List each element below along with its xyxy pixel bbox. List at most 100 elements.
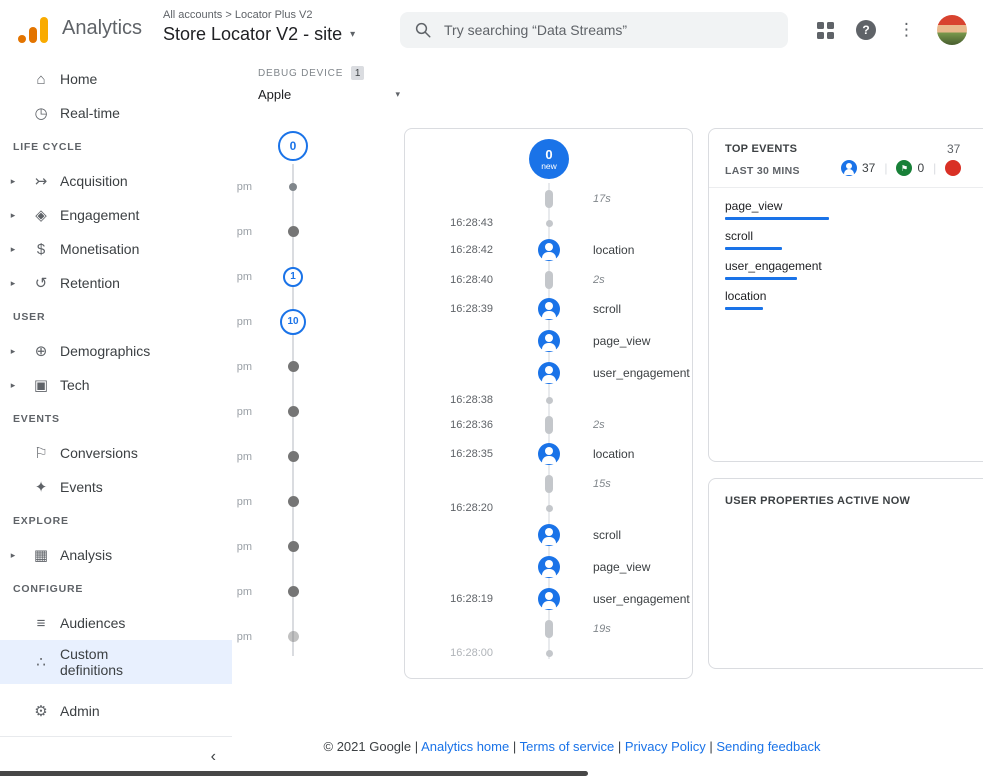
footer-divider: |	[614, 739, 625, 754]
sidebar-section-configure: CONFIGURE	[0, 572, 232, 606]
event-name: user_engagement	[593, 592, 692, 606]
minute-row: pm10	[232, 299, 404, 344]
timestamp: 16:28:00	[405, 647, 505, 659]
engagement-icon: ◈	[26, 206, 56, 224]
sidebar-item-audiences[interactable]: ≡Audiences	[0, 606, 232, 640]
chevron-right-icon[interactable]: ▸	[0, 278, 26, 289]
minute-count-circle[interactable]: 1	[283, 267, 303, 287]
current-minute-circle[interactable]: 0	[278, 131, 308, 161]
sidebar-item-label: Acquisition	[60, 173, 128, 189]
debug-device-label: DEBUG DEVICE	[258, 68, 343, 79]
search-bar[interactable]: Try searching “Data Streams”	[400, 12, 788, 48]
top-event-row[interactable]: scroll	[725, 229, 983, 250]
event-name: scroll	[725, 229, 983, 243]
sidebar-item-monetisation[interactable]: ▸$Monetisation	[0, 232, 232, 266]
chevron-right-icon[interactable]: ▸	[0, 244, 26, 255]
sidebar-item-home[interactable]: ⌂Home	[0, 62, 232, 96]
apps-grid-icon[interactable]	[817, 22, 834, 39]
user-event-icon	[538, 443, 560, 465]
sidebar-item-admin[interactable]: ⚙Admin	[0, 694, 232, 728]
minute-dot[interactable]	[288, 631, 299, 642]
sidebar-item-analysis[interactable]: ▸▦Analysis	[0, 538, 232, 572]
help-icon[interactable]: ?	[856, 20, 876, 40]
retention-icon: ↺	[26, 274, 56, 292]
sidebar-collapse-button[interactable]: ‹	[0, 736, 232, 776]
minute-dot[interactable]	[288, 496, 299, 507]
minute-dot[interactable]	[288, 541, 299, 552]
user-event-icon	[841, 160, 857, 176]
conversions-count: ⚑0	[896, 160, 924, 176]
chevron-right-icon[interactable]: ▸	[0, 210, 26, 221]
sidebar-item-events[interactable]: ✦Events	[0, 470, 232, 504]
debug-event-row[interactable]: 16:28:42location	[405, 234, 692, 266]
sidebar-item-custom-definitions[interactable]: ∴Custom definitions	[0, 640, 232, 684]
sidebar-section-events: EVENTS	[0, 402, 232, 436]
top-events-total: 37	[947, 142, 960, 156]
footer-link-terms-of-service[interactable]: Terms of service	[520, 739, 615, 754]
tech-icon: ▣	[26, 376, 56, 394]
minute-dot[interactable]	[289, 183, 297, 191]
chevron-right-icon[interactable]: ▸	[0, 380, 26, 391]
debug-event-row[interactable]: user_engagement	[405, 357, 692, 389]
top-event-row[interactable]: location	[725, 289, 983, 310]
sidebar-item-acquisition[interactable]: ▸↣Acquisition	[0, 164, 232, 198]
debug-event-row[interactable]: 16:28:35location	[405, 438, 692, 470]
header-actions: ? ⋮	[817, 0, 967, 60]
minute-dot[interactable]	[288, 406, 299, 417]
minute-row: pm	[232, 524, 404, 569]
minute-time-label: pm	[232, 181, 252, 193]
footer-link-privacy-policy[interactable]: Privacy Policy	[625, 739, 706, 754]
footer-link-sending-feedback[interactable]: Sending feedback	[716, 739, 820, 754]
debug-event-row[interactable]: page_view	[405, 551, 692, 583]
minute-dot[interactable]	[288, 226, 299, 237]
app-header: Analytics All accounts > Locator Plus V2…	[0, 0, 983, 60]
analytics-logo-icon[interactable]	[18, 17, 48, 43]
user-avatar[interactable]	[937, 15, 967, 45]
app-name: Analytics	[62, 17, 142, 40]
debug-device-count-badge: 1	[351, 66, 364, 80]
property-selector[interactable]: Store Locator V2 - site ▾	[163, 24, 355, 45]
current-second-circle[interactable]: 0 new	[529, 139, 569, 179]
minute-dot[interactable]	[288, 361, 299, 372]
minute-dot[interactable]	[288, 451, 299, 462]
kebab-menu-icon[interactable]: ⋮	[898, 20, 915, 40]
chevron-right-icon[interactable]: ▸	[0, 550, 26, 561]
sidebar-item-retention[interactable]: ▸↺Retention	[0, 266, 232, 300]
sidebar-item-engagement[interactable]: ▸◈Engagement	[0, 198, 232, 232]
sidebar-item-label: Real-time	[60, 105, 120, 121]
sidebar-item-label: Retention	[60, 275, 120, 291]
sidebar-item-conversions[interactable]: ⚐Conversions	[0, 436, 232, 470]
minute-count-circle[interactable]: 10	[280, 309, 306, 335]
stream-gap-row: 17s	[405, 185, 692, 212]
sidebar-item-label: Conversions	[60, 445, 138, 461]
horizontal-scrollbar-thumb[interactable]	[0, 771, 588, 776]
home-icon: ⌂	[26, 71, 56, 88]
sidebar-item-label: Admin	[60, 703, 100, 719]
breadcrumb[interactable]: All accounts > Locator Plus V2	[163, 9, 355, 21]
stream-gap-row: 15s	[405, 470, 692, 497]
stream-segment	[545, 190, 553, 208]
analytics-debugview-page: Analytics All accounts > Locator Plus V2…	[0, 0, 983, 776]
minute-dot[interactable]	[288, 586, 299, 597]
gap-duration: 17s	[593, 193, 692, 205]
chevron-right-icon[interactable]: ▸	[0, 346, 26, 357]
top-event-row[interactable]: page_view	[725, 199, 983, 220]
debug-device-select[interactable]: Apple ▾	[258, 87, 400, 102]
sidebar-item-real-time[interactable]: ◷Real-time	[0, 96, 232, 130]
timestamp: 16:28:19	[405, 593, 505, 605]
footer-link-analytics-home[interactable]: Analytics home	[421, 739, 509, 754]
minute-row: pm1	[232, 254, 404, 299]
stream-dot	[546, 505, 553, 512]
debug-event-row[interactable]: scroll	[405, 519, 692, 551]
debug-event-row[interactable]: page_view	[405, 325, 692, 357]
stream-time-row: 16:28:38	[405, 389, 692, 411]
chevron-right-icon[interactable]: ▸	[0, 176, 26, 187]
debug-event-row[interactable]: 16:28:39scroll	[405, 293, 692, 325]
top-event-row[interactable]: user_engagement	[725, 259, 983, 280]
gear-icon: ⚙	[26, 702, 56, 720]
sidebar-item-tech[interactable]: ▸▣Tech	[0, 368, 232, 402]
debug-event-row[interactable]: 16:28:19 user_engagement	[405, 583, 692, 615]
sidebar-item-demographics[interactable]: ▸⊕Demographics	[0, 334, 232, 368]
minutes-stream: 0 pmpmpm1pm10pmpmpmpmpmpmpm	[232, 128, 404, 673]
footer-divider: |	[509, 739, 519, 754]
